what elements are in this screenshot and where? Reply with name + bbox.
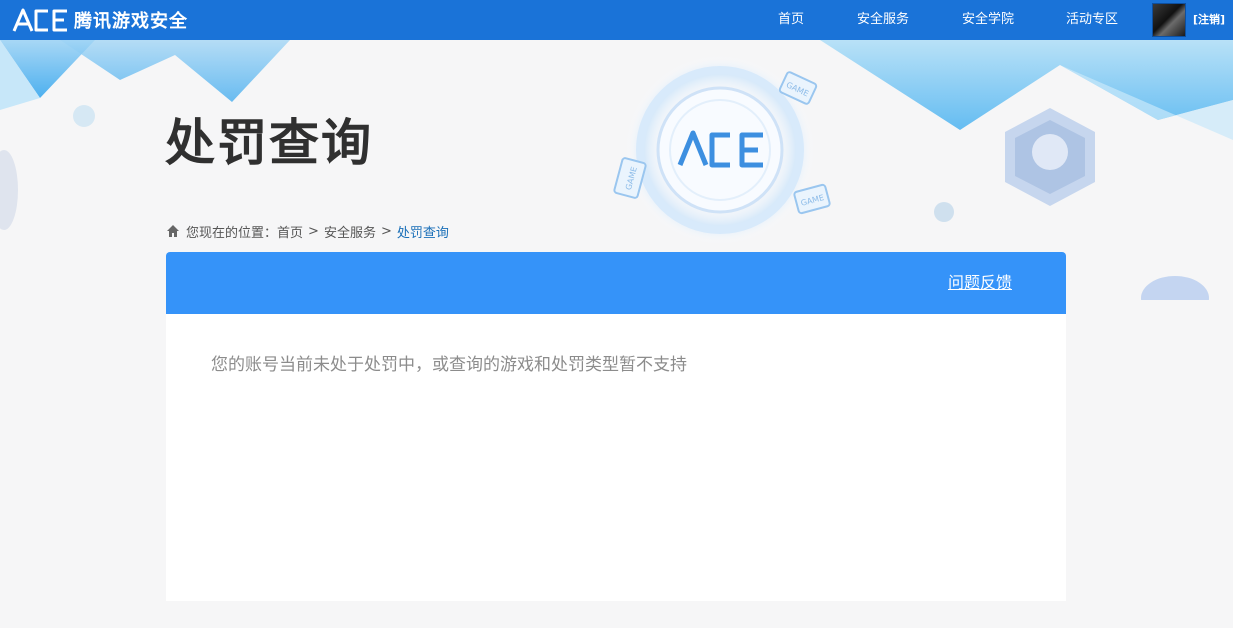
panel-body: 您的账号当前未处于处罚中，或查询的游戏和处罚类型暂不支持 — [166, 314, 1066, 601]
breadcrumb-separator: > — [380, 223, 392, 239]
page-title: 处罚查询 — [165, 114, 373, 172]
brand-name: 腾讯游戏安全 — [74, 11, 188, 32]
nav-security-academy[interactable]: 安全学院 — [962, 0, 1014, 40]
logout-link[interactable]: [注销] — [1193, 0, 1225, 40]
home-icon — [167, 225, 179, 237]
breadcrumb-security-services[interactable]: 安全服务 — [324, 222, 376, 241]
top-navbar: 腾讯游戏安全 首页 安全服务 安全学院 活动专区 [注销] — [0, 0, 1233, 40]
breadcrumb-home[interactable]: 首页 — [277, 222, 303, 241]
ace-logo[interactable]: 腾讯游戏安全 — [12, 4, 188, 36]
breadcrumb: 您现在的位置： 首页 > 安全服务 > 处罚查询 — [166, 222, 449, 241]
feedback-link[interactable]: 问题反馈 — [948, 252, 1012, 314]
user-avatar[interactable] — [1152, 3, 1186, 37]
nav-security-services[interactable]: 安全服务 — [857, 0, 909, 40]
panel-header: 问题反馈 — [166, 252, 1066, 314]
ace-logo-icon — [12, 8, 67, 32]
nav-home[interactable]: 首页 — [778, 0, 804, 40]
breadcrumb-separator: > — [308, 223, 319, 239]
breadcrumb-current: 处罚查询 — [396, 225, 449, 241]
nav-events[interactable]: 活动专区 — [1066, 0, 1118, 40]
status-message: 您的账号当前未处于处罚中，或查询的游戏和处罚类型暂不支持 — [211, 355, 687, 375]
breadcrumb-prefix: 您现在的位置： — [186, 225, 278, 241]
